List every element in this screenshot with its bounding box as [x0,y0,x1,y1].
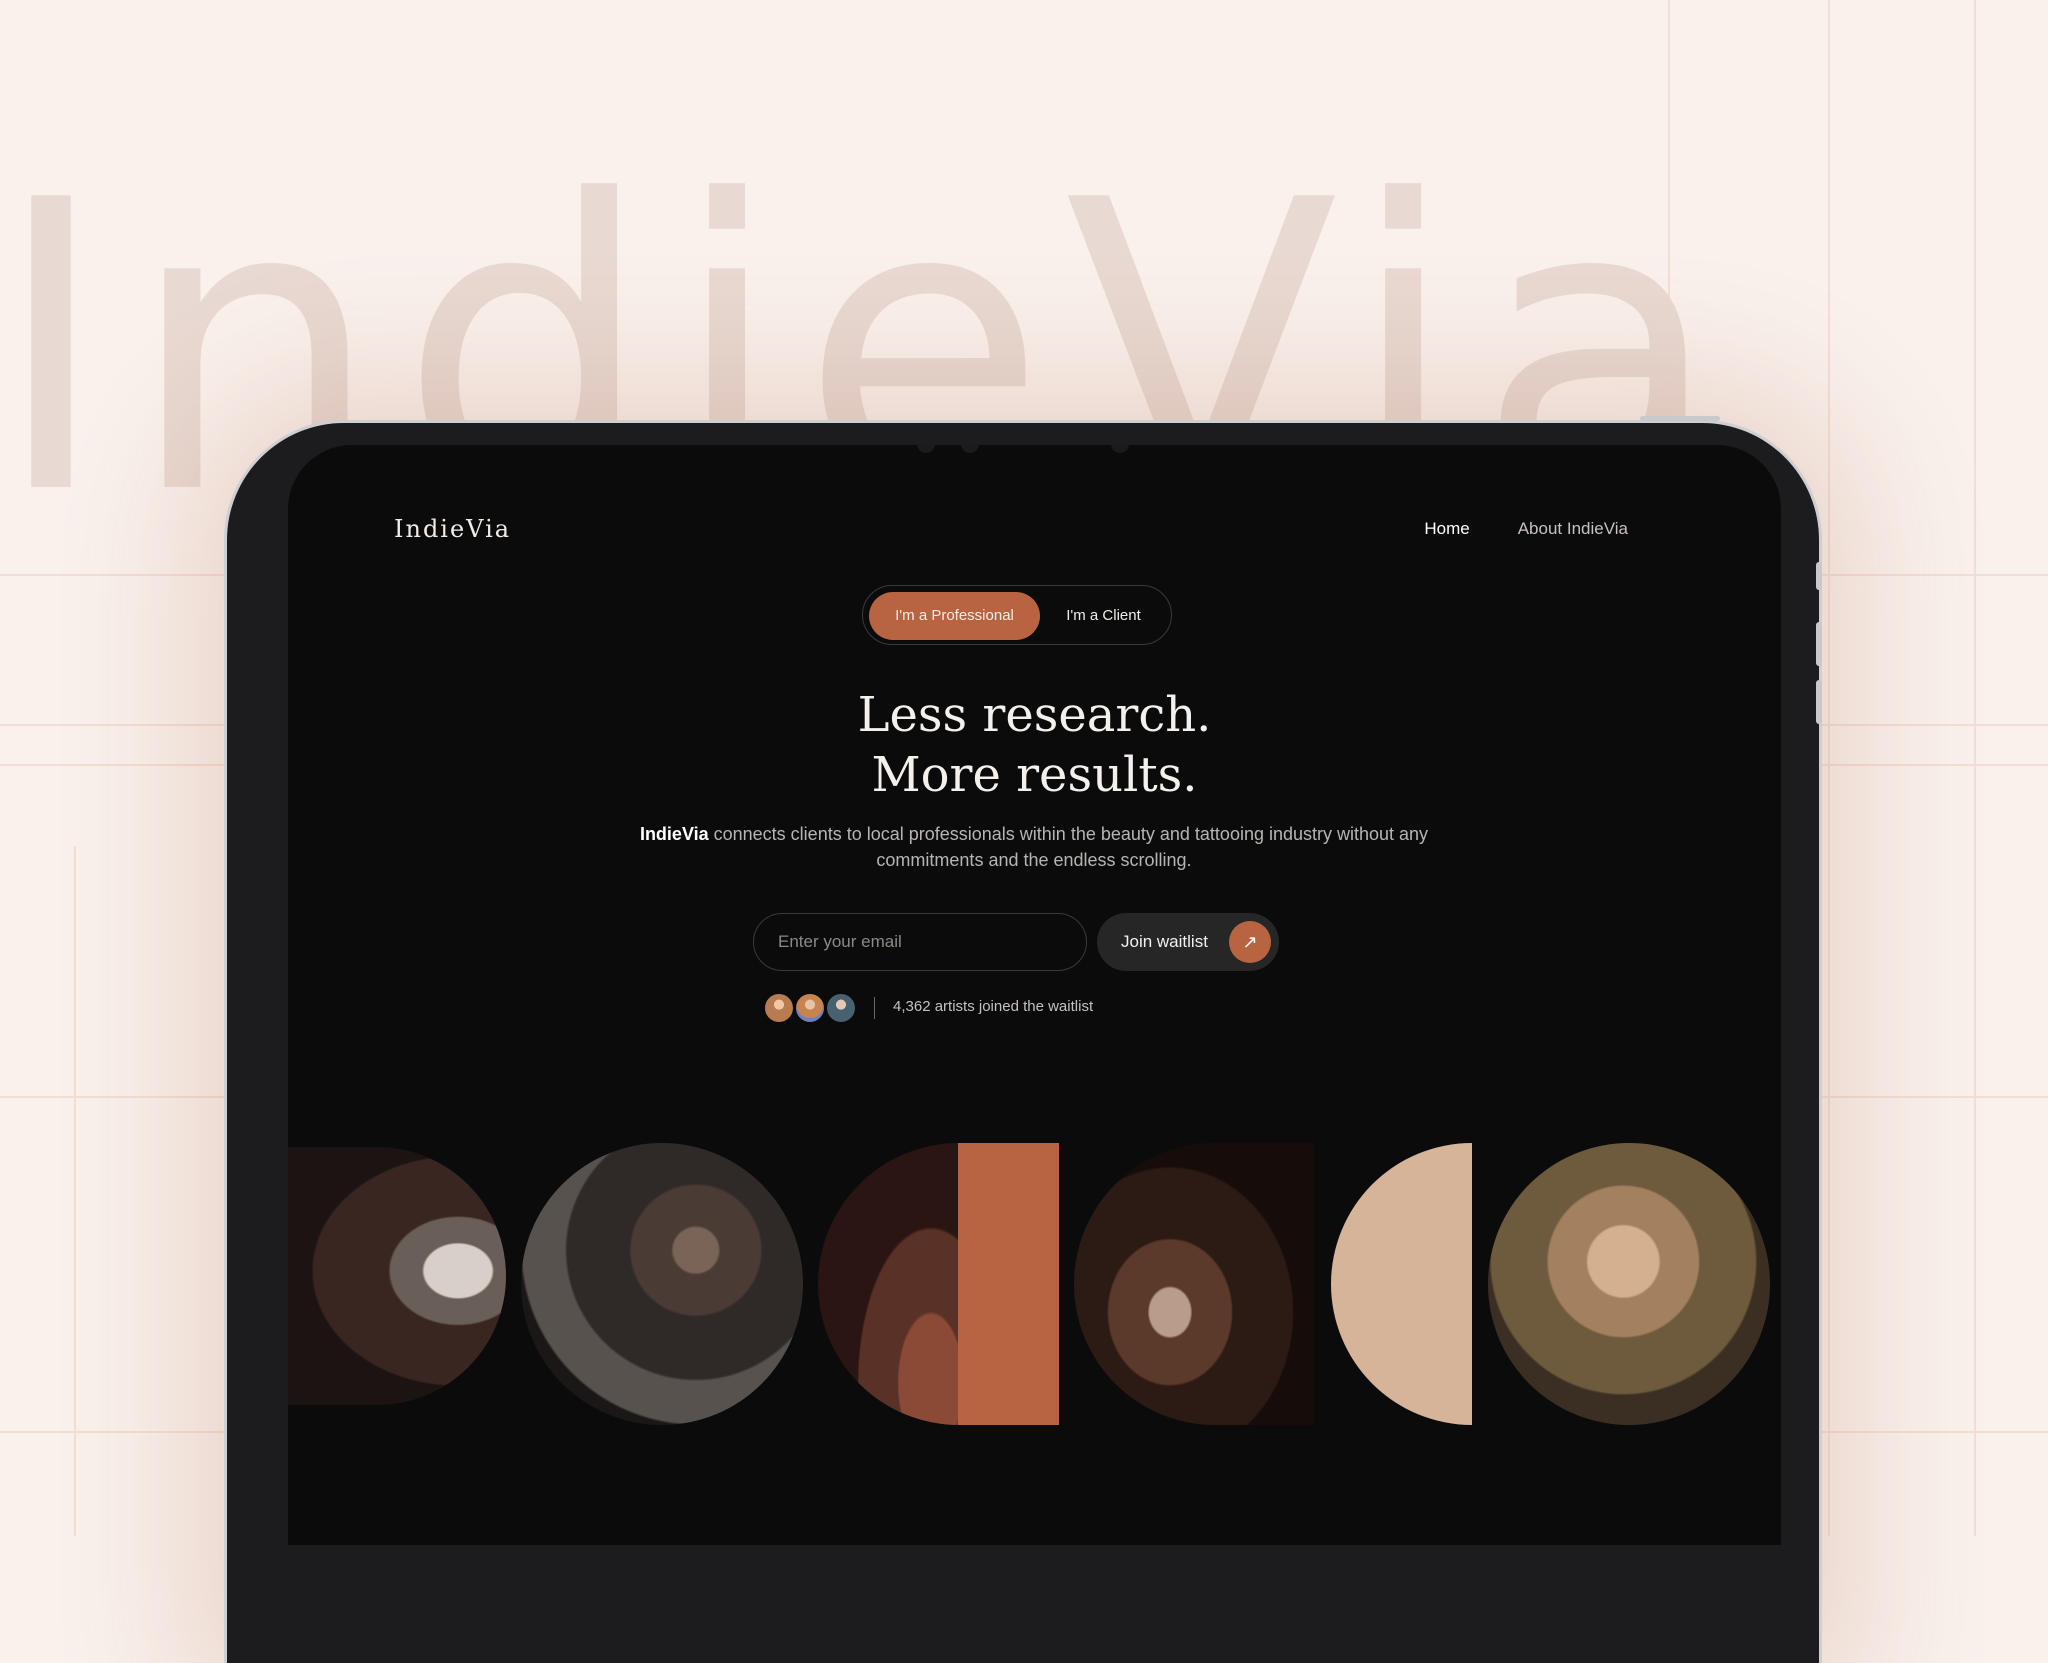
gallery-photo-tattooed-hand [1488,1143,1770,1425]
waitlist-count: 4,362 artists joined the waitlist [893,998,1094,1015]
grid-line [74,846,76,1536]
join-waitlist-button[interactable]: Join waitlist ↗ [1097,913,1279,971]
nav-home[interactable]: Home [1424,519,1469,539]
gallery-photo-tattoo-artist-working [1074,1143,1314,1425]
hero-description-text: connects clients to local professionals … [708,824,1429,870]
gallery-photo-tattooed-woman [521,1143,803,1425]
gallery-photo-tattoo-closeup [818,1143,959,1425]
hero-heading-line1: Less research. [857,687,1212,743]
email-input[interactable] [753,913,1087,971]
landing-screen: IndieVia Home About IndieVia I'm a Profe… [288,445,1781,1545]
accent-beige-half-circle [1331,1143,1472,1425]
professional-toggle-option[interactable]: I'm a Professional [869,592,1040,640]
tablet-side-button [1816,622,1822,666]
nav-about[interactable]: About IndieVia [1518,519,1628,539]
camera-sensor [961,445,979,453]
camera-sensor [917,445,935,453]
accent-orange-block [958,1143,1059,1425]
avatar [795,993,825,1023]
hero-description: IndieVia connects clients to local profe… [634,821,1434,873]
avatar [764,993,794,1023]
main-nav: Home About IndieVia [1424,519,1628,539]
client-toggle-option[interactable]: I'm a Client [1040,592,1167,640]
audience-toggle: I'm a Professional I'm a Client [862,585,1172,645]
tablet-side-button [1816,562,1822,590]
hero-heading-line2: More results. [871,747,1198,803]
grid-line [1828,0,1830,1536]
camera-sensor [1111,445,1129,453]
divider [874,997,875,1019]
logo[interactable]: IndieVia [394,515,511,543]
grid-line [1974,0,1976,1536]
gallery-photo-tattoo-artist-hand [288,1147,506,1405]
tablet-top-button [1640,416,1720,421]
join-waitlist-label: Join waitlist [1121,932,1208,951]
hero-description-brand: IndieVia [639,824,709,844]
hero-heading: Less research. More results. [288,685,1781,805]
arrow-up-right-icon: ↗ [1229,921,1271,963]
avatar [826,993,856,1023]
tablet-side-button [1816,680,1822,724]
